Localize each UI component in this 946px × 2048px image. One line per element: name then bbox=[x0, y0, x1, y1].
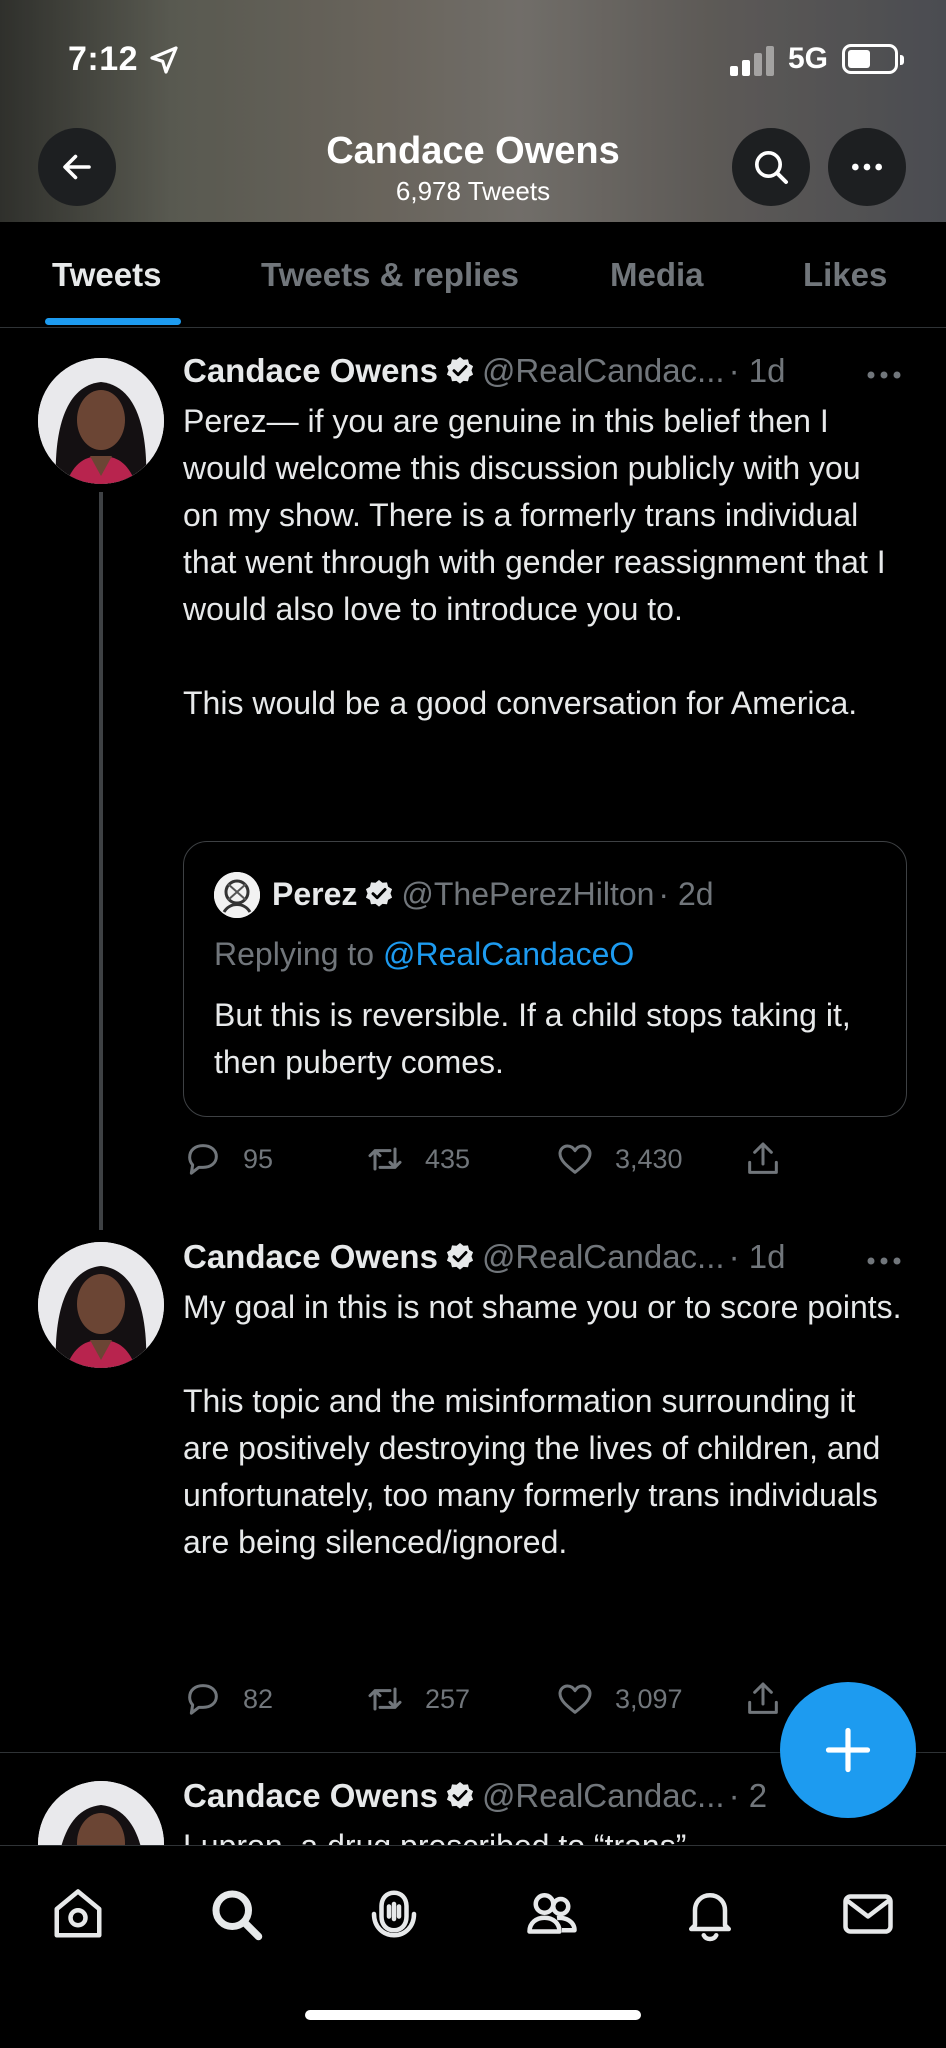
reply-button[interactable]: 95 bbox=[183, 1136, 273, 1182]
reply-button[interactable]: 82 bbox=[183, 1676, 273, 1722]
network-label: 5G bbox=[788, 42, 829, 75]
verified-badge-icon bbox=[446, 1243, 474, 1270]
tab-tweets[interactable]: Tweets bbox=[52, 256, 161, 294]
replying-to-mention[interactable]: @RealCandaceO bbox=[383, 936, 634, 972]
compose-tweet-button[interactable] bbox=[780, 1682, 916, 1818]
retweet-button[interactable]: 435 bbox=[365, 1136, 470, 1182]
status-time: 7:12 bbox=[68, 40, 139, 78]
replying-to-prefix: Replying to bbox=[214, 936, 375, 972]
profile-header: 7:12 5G Candace Owens 6,978 Tweets bbox=[0, 0, 946, 222]
home-indicator[interactable] bbox=[305, 2010, 641, 2020]
reply-count: 82 bbox=[243, 1683, 274, 1714]
more-horizontal-icon bbox=[852, 163, 882, 171]
quoted-author-handle: @ThePerezHilton bbox=[401, 876, 655, 912]
tweet[interactable]: Candace Owens @RealCandac... · 1d Perez— i… bbox=[0, 328, 946, 1230]
tab-likes[interactable]: Likes bbox=[803, 256, 887, 294]
search-button[interactable] bbox=[732, 128, 810, 206]
share-icon bbox=[748, 1142, 778, 1174]
share-icon bbox=[748, 1682, 778, 1714]
tweet-time: · 1d bbox=[728, 352, 786, 389]
tab-media[interactable]: Media bbox=[610, 256, 704, 294]
location-arrow-icon bbox=[150, 46, 178, 74]
avatar-image bbox=[38, 1242, 164, 1368]
quoted-avatar bbox=[214, 872, 260, 918]
retweet-icon bbox=[368, 1687, 402, 1711]
share-button[interactable] bbox=[743, 1136, 783, 1182]
like-button[interactable]: 3,097 bbox=[555, 1676, 683, 1722]
search-icon bbox=[755, 151, 788, 184]
like-count: 3,097 bbox=[615, 1683, 683, 1714]
tweet-text: My goal in this is not shame you or to s… bbox=[183, 1289, 902, 1560]
search-icon[interactable] bbox=[206, 1884, 266, 1944]
battery-icon bbox=[842, 44, 904, 74]
messages-icon[interactable] bbox=[838, 1884, 898, 1944]
tweet-header: Candace Owens @RealCandac... · 1d bbox=[183, 352, 785, 390]
like-count: 3,430 bbox=[615, 1143, 683, 1174]
author-handle[interactable]: @RealCandac... bbox=[482, 352, 725, 389]
quoted-avatar-image bbox=[214, 872, 260, 918]
notifications-icon[interactable] bbox=[680, 1884, 740, 1944]
quoted-tweet-time: · 2d bbox=[658, 876, 714, 912]
heart-icon bbox=[558, 1684, 592, 1714]
tweet-text: Lupron, a drug prescribed to “trans” bbox=[183, 1823, 903, 1845]
signal-icon bbox=[730, 46, 774, 76]
author-name[interactable]: Candace Owens bbox=[183, 1238, 438, 1275]
communities-icon[interactable] bbox=[522, 1884, 582, 1944]
tweet-header: Candace Owens @RealCandac... · 1d bbox=[183, 1238, 785, 1276]
verified-badge-icon bbox=[446, 357, 474, 384]
heart-icon bbox=[558, 1144, 592, 1174]
share-button[interactable] bbox=[743, 1676, 783, 1722]
avatar-image bbox=[38, 1781, 164, 1845]
quoted-tweet[interactable]: Perez @ThePerezHilton · 2d Replying to @Re… bbox=[183, 841, 907, 1117]
avatar[interactable] bbox=[38, 1242, 164, 1368]
avatar[interactable] bbox=[38, 358, 164, 484]
verified-badge-icon bbox=[446, 1782, 474, 1809]
status-bar: 7:12 5G bbox=[0, 40, 946, 84]
tweet-text: Perez— if you are genuine in this belief… bbox=[183, 403, 886, 721]
reply-icon bbox=[188, 1144, 218, 1175]
tweet-header: Candace Owens @RealCandac... · 2 bbox=[183, 1777, 767, 1815]
plus-icon bbox=[825, 1727, 871, 1773]
author-handle[interactable]: @RealCandac... bbox=[482, 1777, 725, 1814]
home-icon[interactable] bbox=[48, 1884, 108, 1944]
thread-line bbox=[99, 492, 103, 1230]
retweet-button[interactable]: 257 bbox=[365, 1676, 470, 1722]
more-options-button[interactable] bbox=[828, 128, 906, 206]
author-name[interactable]: Candace Owens bbox=[183, 352, 438, 389]
avatar-image bbox=[38, 358, 164, 484]
retweet-count: 257 bbox=[425, 1683, 471, 1714]
tab-tweets-and-replies[interactable]: Tweets & replies bbox=[261, 256, 519, 294]
tweet-time: · 1d bbox=[728, 1238, 786, 1275]
author-name[interactable]: Candace Owens bbox=[183, 1777, 438, 1814]
profile-tabs: Tweets Tweets & replies Media Likes bbox=[0, 222, 946, 328]
retweet-count: 435 bbox=[425, 1143, 471, 1174]
retweet-icon bbox=[368, 1147, 402, 1171]
tweet-more-icon[interactable] bbox=[866, 1256, 902, 1266]
quoted-author-name: Perez bbox=[272, 876, 358, 912]
quoted-header: Perez @ThePerezHilton · 2d bbox=[272, 876, 714, 913]
author-handle[interactable]: @RealCandac... bbox=[482, 1238, 725, 1275]
tweet[interactable]: Candace Owens @RealCandac... · 1d My goal … bbox=[0, 1228, 946, 1752]
tweet-actions: 95 435 3,430 bbox=[183, 1136, 903, 1182]
active-tab-indicator bbox=[45, 318, 181, 325]
spaces-icon[interactable] bbox=[364, 1884, 424, 1944]
quoted-tweet-text: But this is reversible. If a child stops… bbox=[214, 997, 851, 1080]
tweet-time: · 2 bbox=[728, 1777, 768, 1814]
avatar[interactable] bbox=[38, 1781, 164, 1845]
tweet-more-icon[interactable] bbox=[866, 370, 902, 380]
replying-to-line: Replying to @RealCandaceO bbox=[214, 936, 634, 973]
reply-icon bbox=[188, 1684, 218, 1715]
reply-count: 95 bbox=[243, 1143, 274, 1174]
verified-badge-icon bbox=[366, 880, 393, 907]
like-button[interactable]: 3,430 bbox=[555, 1136, 683, 1182]
